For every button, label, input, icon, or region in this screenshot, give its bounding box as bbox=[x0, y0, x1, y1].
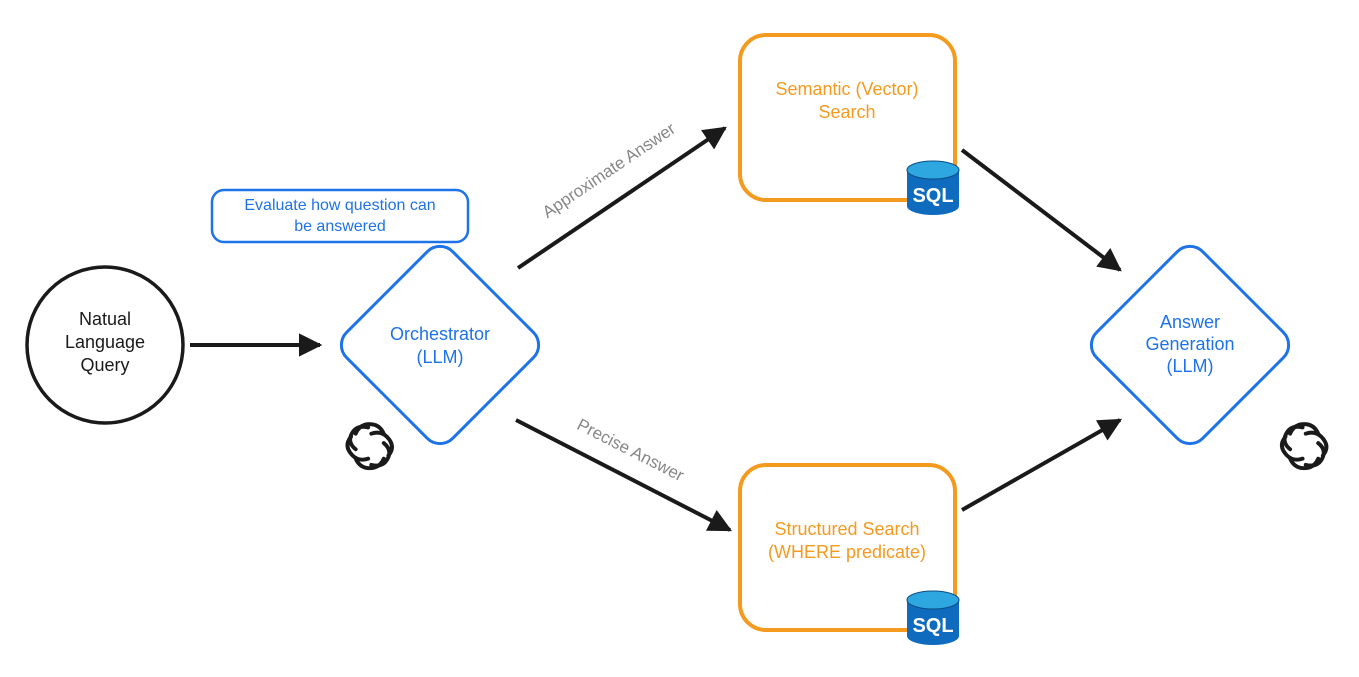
semantic-line1: Semantic (Vector) bbox=[775, 79, 918, 99]
node-query: Natual Language Query bbox=[27, 267, 183, 423]
structured-line1: Structured Search bbox=[774, 519, 919, 539]
arrow-approximate bbox=[518, 128, 725, 268]
sql-icon-structured bbox=[907, 591, 959, 645]
openai-icon-orchestrator bbox=[347, 424, 392, 468]
arrow-semantic-to-answer bbox=[962, 150, 1120, 270]
arrow-structured-to-answer bbox=[962, 420, 1120, 510]
node-answer-generation: Answer Generation (LLM) bbox=[1084, 239, 1296, 451]
answer-line3: (LLM) bbox=[1166, 356, 1213, 376]
callout-evaluate: Evaluate how question can be answered bbox=[212, 190, 468, 242]
orchestrator-line2: (LLM) bbox=[416, 347, 463, 367]
orchestrator-line1: Orchestrator bbox=[390, 324, 490, 344]
openai-icon-answer bbox=[1282, 424, 1327, 468]
answer-line1: Answer bbox=[1160, 312, 1220, 332]
semantic-line2: Search bbox=[818, 102, 875, 122]
answer-line2: Generation bbox=[1145, 334, 1234, 354]
structured-line2: (WHERE predicate) bbox=[768, 542, 926, 562]
query-line3: Query bbox=[80, 355, 129, 375]
query-line1: Natual bbox=[79, 309, 131, 329]
callout-line2: be answered bbox=[294, 218, 386, 235]
callout-line1: Evaluate how question can bbox=[244, 197, 435, 214]
label-precise: Precise Answer bbox=[574, 415, 687, 485]
query-line2: Language bbox=[65, 332, 145, 352]
sql-icon-semantic bbox=[907, 161, 959, 215]
node-orchestrator: Orchestrator (LLM) bbox=[334, 239, 546, 451]
